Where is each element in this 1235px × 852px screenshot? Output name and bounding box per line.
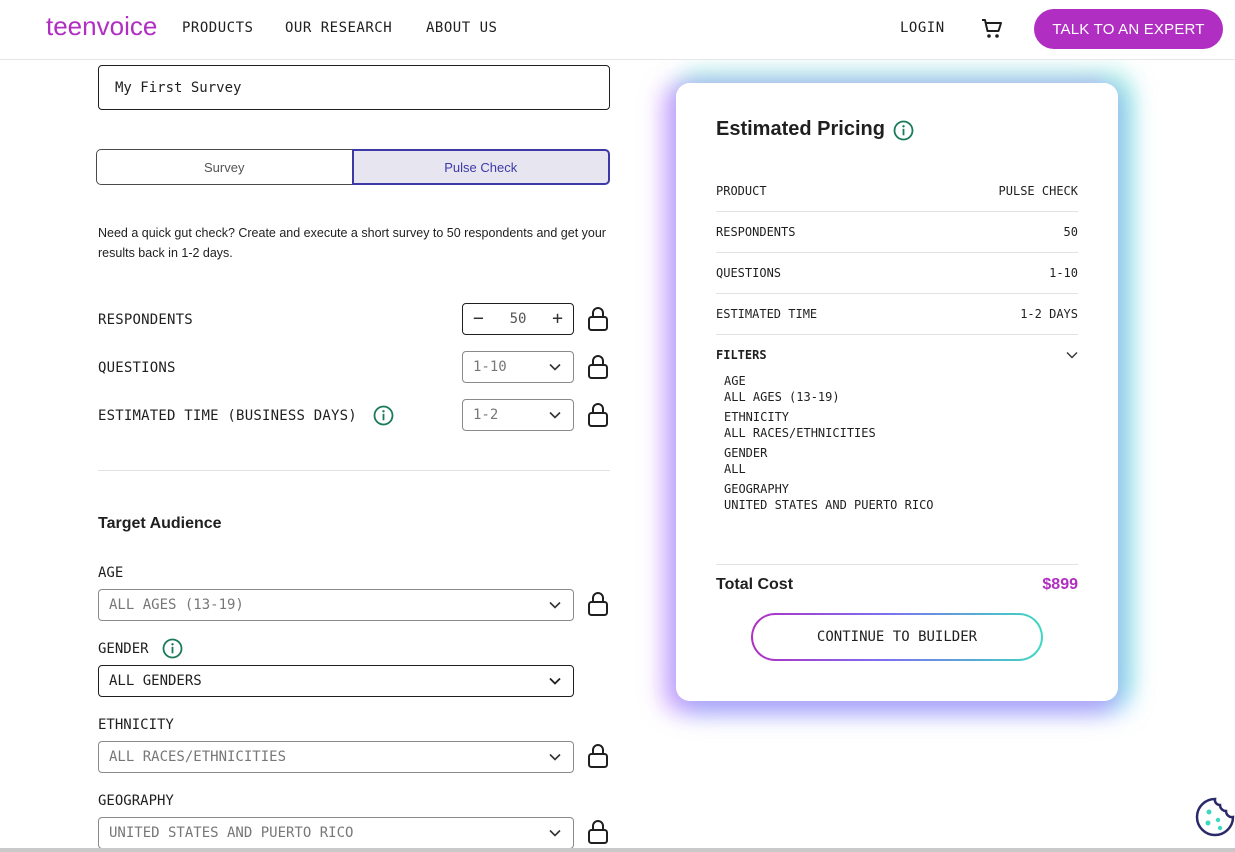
filter-item: AGE ALL AGES (13-19) [724,373,934,405]
total-divider [716,564,1078,565]
toggle-survey[interactable]: Survey [96,149,352,185]
target-audience-heading: Target Audience [98,515,222,532]
age-value: ALL AGES (13-19) [109,597,244,613]
chevron-down-icon [549,363,561,371]
cookie-icon[interactable] [1194,796,1235,838]
pricing-row-questions: QUESTIONS 1-10 [716,253,1078,294]
shopping-cart-icon[interactable] [980,17,1004,41]
info-icon[interactable] [162,638,183,659]
gender-select[interactable]: ALL GENDERS [98,665,574,697]
pricing-row-value: 1-10 [1049,266,1078,280]
gender-value: ALL GENDERS [109,673,202,689]
survey-name-input[interactable]: My First Survey [98,65,610,110]
questions-value: 1-10 [473,359,507,375]
filters-toggle[interactable]: FILTERS [716,348,1078,362]
toggle-pulse-check[interactable]: Pulse Check [351,149,610,185]
pricing-row-value: PULSE CHECK [998,184,1078,198]
respondents-stepper: − 50 + [462,303,574,335]
filter-list: AGE ALL AGES (13-19) ETHNICITY ALL RACES… [724,373,934,517]
filter-value: ALL [724,462,746,476]
age-select[interactable]: ALL AGES (13-19) [98,589,574,621]
chevron-down-icon [549,677,561,685]
filter-value: ALL AGES (13-19) [724,390,840,404]
questions-select[interactable]: 1-10 [462,351,574,383]
increment-button[interactable]: + [552,310,563,328]
pricing-row-label: QUESTIONS [716,266,782,280]
pricing-row-label: PRODUCT [716,184,767,198]
filter-value: UNITED STATES AND PUERTO RICO [724,498,934,512]
logo-text: teenvoice [46,10,158,41]
filter-value: ALL RACES/ETHNICITIES [724,426,876,440]
ethnicity-label: ETHNICITY [98,717,174,733]
pricing-row-label: RESPONDENTS [716,225,796,239]
pricing-row-respondents: RESPONDENTS 50 [716,212,1078,253]
lock-icon[interactable] [587,306,609,332]
chevron-down-icon [549,829,561,837]
chevron-down-icon [549,411,561,419]
soundwave-logo-icon [14,10,42,42]
filter-name: ETHNICITY [724,410,790,424]
chevron-down-icon [549,601,561,609]
respondents-label: RESPONDENTS [98,312,193,328]
nav-about-us[interactable]: ABOUT US [426,20,497,36]
nav-products[interactable]: PRODUCTS [182,20,253,36]
ethnicity-value: ALL RACES/ETHNICITIES [109,749,287,765]
filter-name: GENDER [724,446,768,460]
decrement-button[interactable]: − [473,310,484,328]
pricing-row-product: PRODUCT PULSE CHECK [716,171,1078,212]
login-link[interactable]: LOGIN [900,20,945,36]
logo[interactable]: teenvoice [14,8,157,44]
bottom-edge [0,848,1235,852]
filters-label: FILTERS [716,348,767,362]
respondents-value[interactable]: 50 [510,311,527,327]
chevron-down-icon [549,753,561,761]
lock-icon[interactable] [587,819,609,845]
info-icon[interactable] [373,405,394,426]
filter-name: AGE [724,374,746,388]
pricing-row-value: 1-2 DAYS [1020,307,1078,321]
filter-item: ETHNICITY ALL RACES/ETHNICITIES [724,409,934,441]
filter-item: GENDER ALL [724,445,934,477]
estimated-time-value: 1-2 [473,407,499,423]
total-cost-label: Total Cost [716,576,794,593]
continue-button-label: CONTINUE TO BUILDER [753,615,1041,659]
questions-label: QUESTIONS [98,360,176,376]
filter-item: GEOGRAPHY UNITED STATES AND PUERTO RICO [724,481,934,513]
lock-icon[interactable] [587,354,609,380]
pricing-row-label: ESTIMATED TIME [716,307,818,321]
info-icon[interactable] [893,120,914,141]
pulse-check-description: Need a quick gut check? Create and execu… [98,226,606,260]
lock-icon[interactable] [587,743,609,769]
lock-icon[interactable] [587,591,609,617]
geography-select[interactable]: UNITED STATES AND PUERTO RICO [98,817,574,849]
pricing-row-value: 50 [1063,225,1078,239]
geography-label: GEOGRAPHY [98,793,174,809]
talk-to-expert-button[interactable]: TALK TO AN EXPERT [1034,9,1223,49]
continue-to-builder-button[interactable]: CONTINUE TO BUILDER [751,613,1043,661]
estimated-time-select[interactable]: 1-2 [462,399,574,431]
top-nav: teenvoice PRODUCTS OUR RESEARCH ABOUT US… [0,0,1235,60]
total-cost-value: $899 [1042,576,1078,593]
lock-icon[interactable] [587,402,609,428]
gender-label: GENDER [98,641,149,657]
chevron-down-icon [1066,352,1078,359]
pricing-row-estimated-time: ESTIMATED TIME 1-2 DAYS [716,294,1078,335]
age-label: AGE [98,565,124,581]
ethnicity-select[interactable]: ALL RACES/ETHNICITIES [98,741,574,773]
estimated-time-label: ESTIMATED TIME (BUSINESS DAYS) [98,408,357,424]
filter-name: GEOGRAPHY [724,482,790,496]
survey-type-toggle: Survey Pulse Check [96,149,610,185]
nav-our-research[interactable]: OUR RESEARCH [285,20,392,36]
geography-value: UNITED STATES AND PUERTO RICO [109,825,354,841]
pricing-title: Estimated Pricing [716,118,885,140]
section-divider [98,470,610,471]
